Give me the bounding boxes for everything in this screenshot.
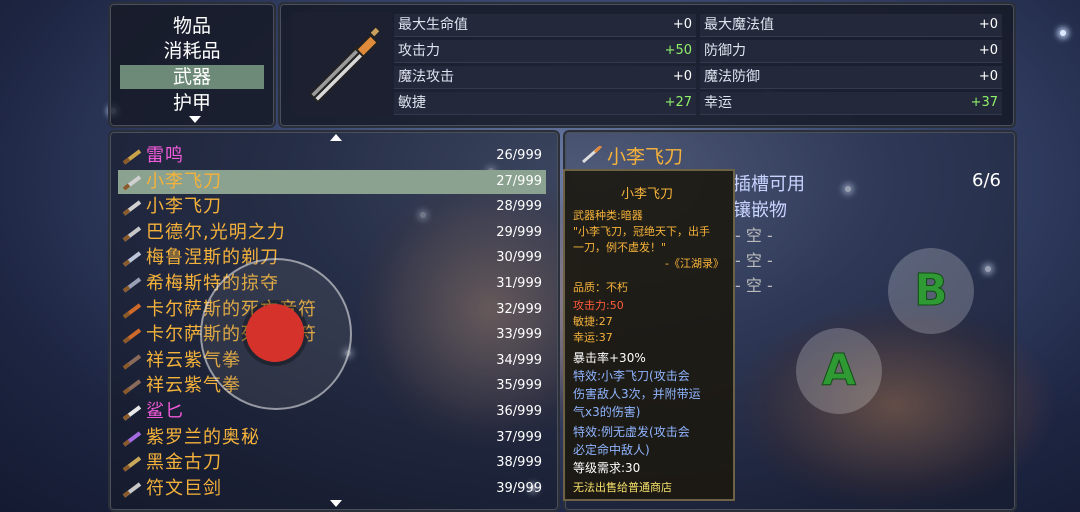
inventory-item-count: 30/999: [496, 250, 542, 266]
empty-slot[interactable]: - 空 -: [735, 272, 773, 296]
knife-icon: [308, 26, 381, 104]
inventory-item-name: 紫罗兰的奥秘: [146, 426, 260, 448]
inventory-item-name: 符文巨剑: [146, 477, 222, 499]
empty-slot[interactable]: - 空 -: [735, 247, 773, 271]
stat-attack: 攻击力 +50: [394, 40, 696, 63]
greatsword-icon: [122, 481, 142, 498]
tooltip-desc: 一刀，例不虚发！": [573, 241, 667, 254]
inventory-item-count: 27/999: [496, 173, 542, 189]
a-button-label: A: [821, 345, 857, 397]
slots-count: 6/6: [972, 170, 1001, 191]
b-button-label: B: [914, 265, 949, 317]
inventory-item-name: 雷鸣: [146, 145, 184, 166]
empty-slot[interactable]: - 空 -: [735, 222, 773, 246]
slots-label: 插槽可用: [733, 174, 805, 195]
staff-icon: [122, 302, 142, 319]
tooltip-source: -《江湖录》: [665, 257, 724, 270]
inventory-item-count: 31/999: [496, 276, 542, 291]
inventory-item-count: 38/999: [496, 455, 542, 471]
item-preview-box: [292, 12, 392, 116]
stat-agility: 敏捷 +27: [394, 92, 696, 115]
tooltip-attack: 攻击力:50: [573, 299, 624, 312]
inventory-item-name: 鲨匕: [146, 401, 184, 422]
tooltip-effect: 特效:小李飞刀(攻击会: [573, 369, 690, 383]
inventory-row[interactable]: 巴德尔,光明之力 29/999: [118, 221, 546, 245]
tooltip-desc: "小李飞刀，冠绝天下，出手: [573, 225, 711, 238]
sword-icon: [122, 250, 142, 267]
inventory-item-count: 33/999: [496, 327, 542, 343]
stat-magic-attack: 魔法攻击 +0: [394, 66, 696, 89]
knife-icon: [122, 174, 142, 191]
gun-icon: [122, 148, 142, 165]
category-armor[interactable]: 护甲: [120, 91, 264, 115]
inventory-item-count: 37/999: [496, 429, 542, 445]
scroll-down-arrow-icon[interactable]: [189, 116, 201, 123]
inlay-label: 镶嵌物: [733, 200, 787, 221]
tooltip-effect: 必定命中敌人): [573, 443, 650, 457]
inventory-row[interactable]: 鲨匕 36/999: [118, 400, 546, 424]
inventory-item-name: 巴德尔,光明之力: [146, 221, 286, 243]
tooltip-shop: 无法出售给普通商店: [573, 481, 672, 494]
staff-icon: [122, 327, 142, 344]
inventory-row[interactable]: 黑金古刀 38/999: [118, 451, 546, 475]
inventory-item-count: 36/999: [496, 404, 542, 419]
a-button[interactable]: A: [796, 328, 882, 414]
axe-icon: [122, 276, 142, 293]
item-stats-panel: 最大生命值 +0 最大魔法值 +0 攻击力 +50 防御力 +0 魔法攻击 +0 魔法防御…: [278, 2, 1016, 128]
inventory-row[interactable]: 雷鸣 26/999: [118, 144, 546, 168]
inventory-row[interactable]: 梅鲁涅斯的剃刀 30/999: [118, 246, 546, 270]
stat-defense: 防御力 +0: [700, 40, 1002, 63]
tooltip-level: 等级需求:30: [573, 461, 641, 475]
tooltip-crit: 暴击率+30%: [573, 351, 646, 365]
category-consumables[interactable]: 消耗品: [120, 39, 264, 63]
tooth-icon: [122, 404, 142, 421]
stat-luck: 幸运 +37: [700, 92, 1002, 115]
joystick-knob[interactable]: [246, 304, 304, 362]
fist-icon: [122, 353, 142, 370]
spear-icon: [122, 430, 142, 447]
tooltip-quality: 品质：不朽: [573, 281, 628, 294]
inventory-item-name: 小李飞刀: [146, 196, 222, 218]
inventory-item-count: 39/999: [496, 480, 542, 496]
inventory-item-count: 29/999: [496, 224, 542, 240]
scroll-down-arrow-icon[interactable]: [330, 500, 342, 507]
item-tooltip: 小李飞刀 武器种类:暗器 "小李飞刀，冠绝天下，出手 一刀，例不虚发！" -《江…: [563, 169, 735, 501]
sparkle-icon: [1060, 30, 1066, 36]
inventory-item-name: 小李飞刀: [146, 170, 222, 192]
stat-magic-defense: 魔法防御 +0: [700, 66, 1002, 89]
knife-icon: [582, 146, 603, 164]
knife-icon: [122, 199, 142, 216]
tooltip-type: 武器种类:暗器: [573, 209, 643, 222]
category-panel: 物品 消耗品 武器 护甲: [108, 2, 276, 128]
tooltip-name: 小李飞刀: [621, 187, 674, 202]
scroll-up-arrow-icon[interactable]: [330, 134, 342, 141]
tooltip-effect: 伤害敌人3次，并附带运: [573, 387, 701, 401]
inventory-row[interactable]: 小李飞刀 27/999: [118, 169, 546, 194]
tooltip-agility: 敏捷:27: [573, 315, 613, 328]
detail-item-name: 小李飞刀: [607, 146, 684, 168]
inventory-item-count: 34/999: [496, 352, 542, 368]
tooltip-effect: 特效:例无虚发(攻击会: [573, 425, 690, 439]
category-items[interactable]: 物品: [120, 14, 264, 38]
hammer-icon: [122, 225, 142, 242]
inventory-item-count: 32/999: [496, 301, 542, 317]
category-weapons[interactable]: 武器: [120, 65, 264, 89]
inventory-row[interactable]: 符文巨剑 39/999: [118, 477, 546, 501]
inventory-item-count: 35/999: [496, 378, 542, 394]
tooltip-effect: 气x3的伤害): [573, 405, 641, 419]
inventory-item-count: 26/999: [496, 148, 542, 163]
tooltip-luck: 幸运:37: [573, 331, 613, 344]
inventory-item-count: 28/999: [496, 199, 542, 215]
inventory-row[interactable]: 紫罗兰的奥秘 37/999: [118, 426, 546, 450]
inventory-item-name: 黑金古刀: [146, 452, 222, 474]
stat-max-hp: 最大生命值 +0: [394, 14, 696, 37]
blade-icon: [122, 455, 142, 472]
virtual-joystick[interactable]: [200, 258, 352, 410]
inventory-row[interactable]: 小李飞刀 28/999: [118, 195, 546, 219]
fist-icon: [122, 378, 142, 395]
b-button[interactable]: B: [888, 248, 974, 334]
stat-max-mp: 最大魔法值 +0: [700, 14, 1002, 37]
